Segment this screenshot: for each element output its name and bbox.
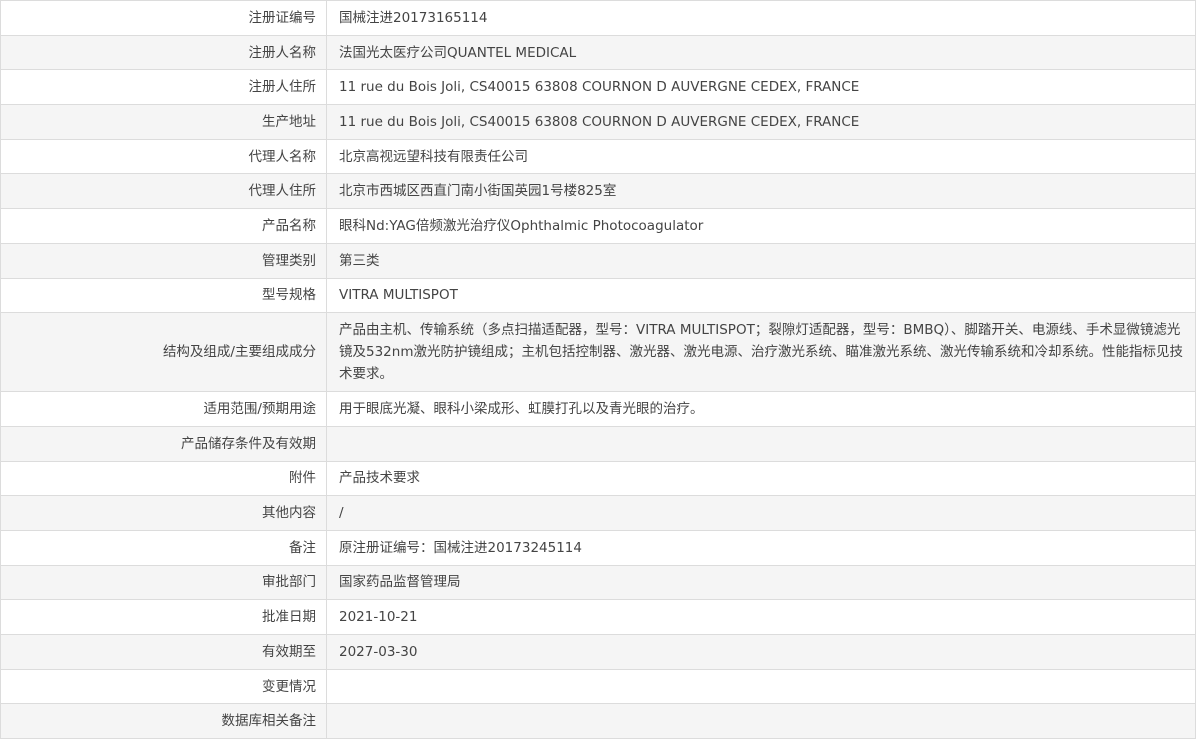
field-value: 2027-03-30	[326, 634, 1196, 670]
field-value: 2021-10-21	[326, 599, 1196, 635]
table-row: 注册人名称 法国光太医疗公司QUANTEL MEDICAL	[0, 34, 1196, 71]
field-value: 产品由主机、传输系统（多点扫描适配器，型号：VITRA MULTISPOT；裂隙…	[326, 312, 1196, 393]
table-row: 数据库相关备注	[0, 703, 1196, 740]
field-value: 11 rue du Bois Joli, CS40015 63808 COURN…	[326, 104, 1196, 140]
field-value: 用于眼底光凝、眼科小梁成形、虹膜打孔以及青光眼的治疗。	[326, 391, 1196, 427]
field-label: 数据库相关备注	[0, 703, 327, 740]
field-label: 管理类别	[0, 242, 327, 279]
field-value: /	[326, 495, 1196, 531]
field-value: 法国光太医疗公司QUANTEL MEDICAL	[326, 34, 1196, 71]
table-row: 管理类别 第三类	[0, 242, 1196, 279]
field-value	[326, 668, 1196, 705]
table-row: 批准日期 2021-10-21	[0, 599, 1196, 635]
table-row: 变更情况	[0, 668, 1196, 705]
field-label: 备注	[0, 529, 327, 566]
field-value: 北京高视远望科技有限责任公司	[326, 138, 1196, 175]
field-label: 生产地址	[0, 104, 327, 140]
table-row: 产品名称 眼科Nd:YAG倍频激光治疗仪Ophthalmic Photocoagu…	[0, 208, 1196, 244]
registration-detail-table: 注册证编号 国械注进20173165114 注册人名称 法国光太医疗公司QUANTEL…	[0, 0, 1196, 740]
field-label: 注册证编号	[0, 0, 327, 36]
table-row: 适用范围/预期用途 用于眼底光凝、眼科小梁成形、虹膜打孔以及青光眼的治疗。	[0, 391, 1196, 427]
table-row: 注册人住所 11 rue du Bois Joli, CS40015 63808 …	[0, 69, 1196, 106]
table-row: 产品储存条件及有效期	[0, 425, 1196, 462]
field-value	[326, 703, 1196, 740]
field-value: 北京市西城区西直门南小街国英园1号楼825室	[326, 173, 1196, 210]
field-label: 产品名称	[0, 208, 327, 244]
field-value: 原注册证编号：国械注进20173245114	[326, 529, 1196, 566]
field-label: 注册人名称	[0, 34, 327, 71]
table-row: 代理人住所 北京市西城区西直门南小街国英园1号楼825室	[0, 173, 1196, 210]
field-label: 适用范围/预期用途	[0, 391, 327, 427]
field-label: 其他内容	[0, 495, 327, 531]
table-row: 备注 原注册证编号：国械注进20173245114	[0, 529, 1196, 566]
field-label: 代理人住所	[0, 173, 327, 210]
field-value: 产品技术要求	[326, 460, 1196, 497]
field-label: 型号规格	[0, 277, 327, 314]
table-row: 结构及组成/主要组成成分 产品由主机、传输系统（多点扫描适配器，型号：VITRA …	[0, 312, 1196, 393]
table-row: 生产地址 11 rue du Bois Joli, CS40015 63808 C…	[0, 104, 1196, 140]
field-label: 有效期至	[0, 634, 327, 670]
field-value: 国家药品监督管理局	[326, 564, 1196, 601]
field-label: 产品储存条件及有效期	[0, 425, 327, 462]
field-value: 11 rue du Bois Joli, CS40015 63808 COURN…	[326, 69, 1196, 106]
table-row: 有效期至 2027-03-30	[0, 634, 1196, 670]
field-value: 第三类	[326, 242, 1196, 279]
table-row: 型号规格 VITRA MULTISPOT	[0, 277, 1196, 314]
field-value: VITRA MULTISPOT	[326, 277, 1196, 314]
field-label: 代理人名称	[0, 138, 327, 175]
field-label: 注册人住所	[0, 69, 327, 106]
field-value	[326, 425, 1196, 462]
table-row: 附件 产品技术要求	[0, 460, 1196, 497]
field-label: 附件	[0, 460, 327, 497]
field-value: 眼科Nd:YAG倍频激光治疗仪Ophthalmic Photocoagulato…	[326, 208, 1196, 244]
field-value: 国械注进20173165114	[326, 0, 1196, 36]
field-label: 变更情况	[0, 668, 327, 705]
field-label: 批准日期	[0, 599, 327, 635]
table-row: 注册证编号 国械注进20173165114	[0, 0, 1196, 36]
table-row: 审批部门 国家药品监督管理局	[0, 564, 1196, 601]
field-label: 结构及组成/主要组成成分	[0, 312, 327, 393]
table-row: 其他内容 /	[0, 495, 1196, 531]
field-label: 审批部门	[0, 564, 327, 601]
table-row: 代理人名称 北京高视远望科技有限责任公司	[0, 138, 1196, 175]
